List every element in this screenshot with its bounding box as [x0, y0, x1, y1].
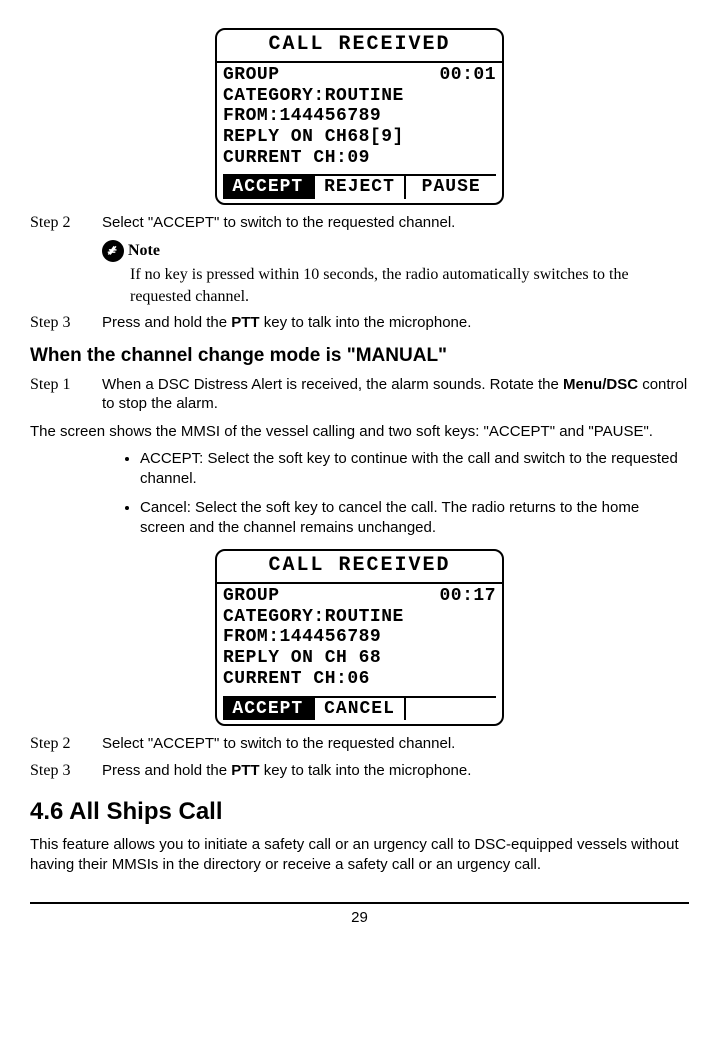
softkey-reject: REJECT	[315, 176, 407, 199]
line-category: CATEGORY:ROUTINE	[223, 607, 496, 628]
radio-screen-1: CALL RECEIVED GROUP 00:01 CATEGORY:ROUTI…	[215, 28, 504, 205]
text-pre: Press and hold the	[102, 314, 231, 331]
screen2-title: CALL RECEIVED	[217, 551, 502, 584]
text-post: key to talk into the microphone.	[260, 314, 472, 331]
ptt-bold: PTT	[231, 314, 259, 331]
line-category: CATEGORY:ROUTINE	[223, 86, 496, 107]
time-value: 00:01	[439, 65, 496, 86]
manual-heading: When the channel change mode is "MANUAL"	[30, 344, 689, 369]
softkey-accept: ACCEPT	[223, 176, 315, 199]
softkey-pause: PAUSE	[406, 176, 496, 199]
section-heading: 4.6 All Ships Call	[30, 796, 689, 827]
softkey-accept: ACCEPT	[223, 698, 315, 721]
text-post: key to talk into the microphone.	[260, 762, 472, 779]
line-group-time: GROUP 00:17	[223, 586, 496, 607]
ptt-bold: PTT	[231, 762, 259, 779]
softkey-row: ACCEPT REJECT PAUSE	[223, 174, 496, 199]
line-reply: REPLY ON CH 68	[223, 648, 496, 669]
line-from: FROM:144456789	[223, 627, 496, 648]
note-label: Note	[128, 241, 160, 262]
bullet-list: ACCEPT: Select the soft key to continue …	[30, 449, 689, 537]
page-number: 29	[351, 909, 368, 926]
step-label: Step 1	[30, 375, 102, 414]
line-reply: REPLY ON CH68[9]	[223, 127, 496, 148]
step-label: Step 2	[30, 734, 102, 755]
note-row: Note	[102, 240, 689, 262]
section-body: This feature allows you to initiate a sa…	[30, 835, 689, 874]
note-body: If no key is pressed within 10 seconds, …	[130, 264, 689, 307]
screen1-body: GROUP 00:01 CATEGORY:ROUTINE FROM:144456…	[217, 63, 502, 199]
line-from: FROM:144456789	[223, 106, 496, 127]
screen2-body: GROUP 00:17 CATEGORY:ROUTINE FROM:144456…	[217, 584, 502, 720]
step-text: Select "ACCEPT" to switch to the request…	[102, 213, 689, 234]
step-label: Step 3	[30, 313, 102, 334]
page-footer: 29	[30, 902, 689, 928]
note-icon	[102, 240, 124, 262]
line-current: CURRENT CH:06	[223, 669, 496, 690]
step-label: Step 3	[30, 761, 102, 782]
radio-screen-2: CALL RECEIVED GROUP 00:17 CATEGORY:ROUTI…	[215, 549, 504, 726]
step-text: When a DSC Distress Alert is received, t…	[102, 375, 689, 414]
time-value: 00:17	[439, 586, 496, 607]
manual-step2: Step 2 Select "ACCEPT" to switch to the …	[30, 734, 689, 755]
step-text: Press and hold the PTT key to talk into …	[102, 313, 689, 334]
softkey-blank	[406, 698, 496, 721]
bullet-accept: ACCEPT: Select the soft key to continue …	[140, 449, 689, 488]
bullet-cancel: Cancel: Select the soft key to cancel th…	[140, 498, 689, 537]
softkey-cancel: CANCEL	[315, 698, 407, 721]
menu-dsc-bold: Menu/DSC	[563, 376, 638, 393]
step-text: Press and hold the PTT key to talk into …	[102, 761, 689, 782]
text-pre: Press and hold the	[102, 762, 231, 779]
manual-step3: Step 3 Press and hold the PTT key to tal…	[30, 761, 689, 782]
line-current: CURRENT CH:09	[223, 148, 496, 169]
softkey-row: ACCEPT CANCEL	[223, 696, 496, 721]
group-label: GROUP	[223, 586, 280, 607]
text-pre: When a DSC Distress Alert is received, t…	[102, 376, 563, 393]
group-label: GROUP	[223, 65, 280, 86]
step-text: Select "ACCEPT" to switch to the request…	[102, 734, 689, 755]
manual-step1: Step 1 When a DSC Distress Alert is rece…	[30, 375, 689, 414]
line-group-time: GROUP 00:01	[223, 65, 496, 86]
auto-step3: Step 3 Press and hold the PTT key to tal…	[30, 313, 689, 334]
step-label: Step 2	[30, 213, 102, 234]
screen1-title: CALL RECEIVED	[217, 30, 502, 63]
auto-step2: Step 2 Select "ACCEPT" to switch to the …	[30, 213, 689, 234]
manual-step1-para2: The screen shows the MMSI of the vessel …	[30, 422, 689, 442]
